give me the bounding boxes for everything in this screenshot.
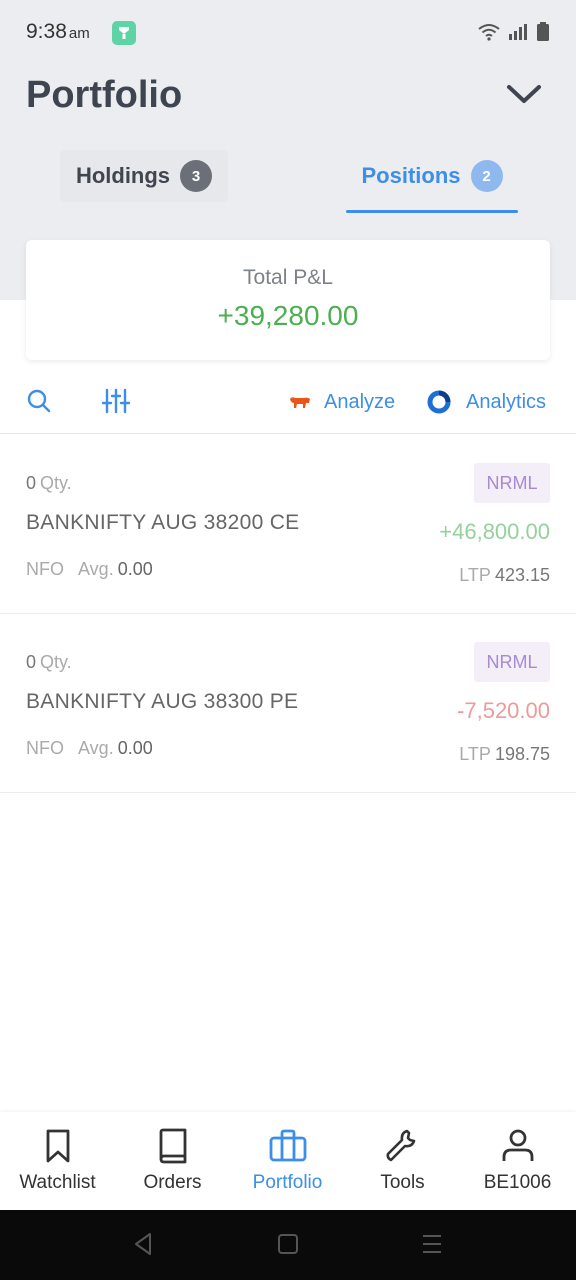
nav-label: Watchlist [19,1172,96,1193]
bull-icon [290,397,310,408]
positions-toolbar: Analyze Analytics [0,372,576,434]
position-avg: 0.00 [117,559,153,579]
wrench-icon [386,1129,415,1162]
position-row[interactable]: 0 Qty. BANKNIFTY AUG 38200 CE NFO Avg. 0.00… [0,435,576,614]
analytics-label: Analytics [466,390,547,413]
position-meta: NFO Avg. 0.00 [26,559,153,579]
analyze-label: Analyze [324,390,396,413]
position-pnl: +46,800.00 [439,519,550,544]
nav-label: BE1006 [483,1172,552,1193]
position-qty: 0 Qty. [26,652,72,672]
menu-icon[interactable] [421,1232,443,1256]
analyze-button[interactable]: Analyze [288,388,395,416]
tab-label: Holdings [75,163,171,188]
search-icon[interactable] [26,388,52,419]
status-bar: 9:38 am [0,0,576,66]
system-navigation-bar [0,1210,576,1280]
bottom-navigation: Watchlist Orders Portfolio Tools BE1006 [0,1112,576,1210]
tab-label: Positions [361,163,461,188]
total-pnl-label: Total P&L [243,266,333,289]
back-icon[interactable] [132,1232,154,1256]
app-notification-icon [112,21,136,45]
chevron-down-icon [507,85,541,103]
position-exchange: NFO [26,738,64,758]
wifi-icon [478,24,500,41]
filter-sliders-icon[interactable] [101,388,131,419]
battery-icon [537,22,549,41]
position-avg: 0.00 [117,738,153,758]
active-tab-indicator [346,210,518,213]
total-pnl-value: +39,280.00 [217,300,359,331]
tab-positions[interactable]: Positions 2 [346,150,518,202]
nav-watchlist[interactable]: Watchlist [0,1112,115,1210]
position-ltp: LTP 198.75 [459,744,550,764]
holdings-count-badge: 3 [180,160,213,192]
user-icon [502,1129,533,1161]
position-symbol: BANKNIFTY AUG 38200 CE [26,511,300,534]
nav-orders[interactable]: Orders [115,1112,230,1210]
position-row[interactable]: 0 Qty. BANKNIFTY AUG 38300 PE NFO Avg. 0.00… [0,614,576,793]
nav-tools[interactable]: Tools [345,1112,460,1210]
home-icon[interactable] [277,1232,299,1256]
bookmark-icon [46,1129,69,1163]
book-icon [159,1128,186,1164]
signal-icon [509,24,527,40]
position-symbol: BANKNIFTY AUG 38300 PE [26,690,299,713]
positions-count-badge: 2 [470,160,503,192]
analytics-button[interactable]: Analytics [426,388,546,416]
tab-holdings[interactable]: Holdings 3 [60,150,228,202]
position-ltp: LTP 423.15 [459,565,550,585]
position-pnl: -7,520.00 [457,698,550,723]
briefcase-icon [269,1129,306,1162]
analytics-ring-icon [427,390,451,414]
nav-account[interactable]: BE1006 [460,1112,575,1210]
position-qty: 0 Qty. [26,473,72,493]
nav-label: Tools [380,1172,425,1193]
nav-portfolio[interactable]: Portfolio [230,1112,345,1210]
position-meta: NFO Avg. 0.00 [26,738,153,758]
total-pnl-card: Total P&L +39,280.00 [26,240,550,360]
position-exchange: NFO [26,559,64,579]
product-type-badge: NRML [474,642,550,682]
nav-label: Portfolio [252,1172,323,1193]
status-time: 9:38 am [26,20,90,43]
page-title: Portfolio [26,74,183,116]
nav-label: Orders [143,1172,202,1193]
product-type-badge: NRML [474,463,550,503]
account-switch-button[interactable] [504,78,546,116]
